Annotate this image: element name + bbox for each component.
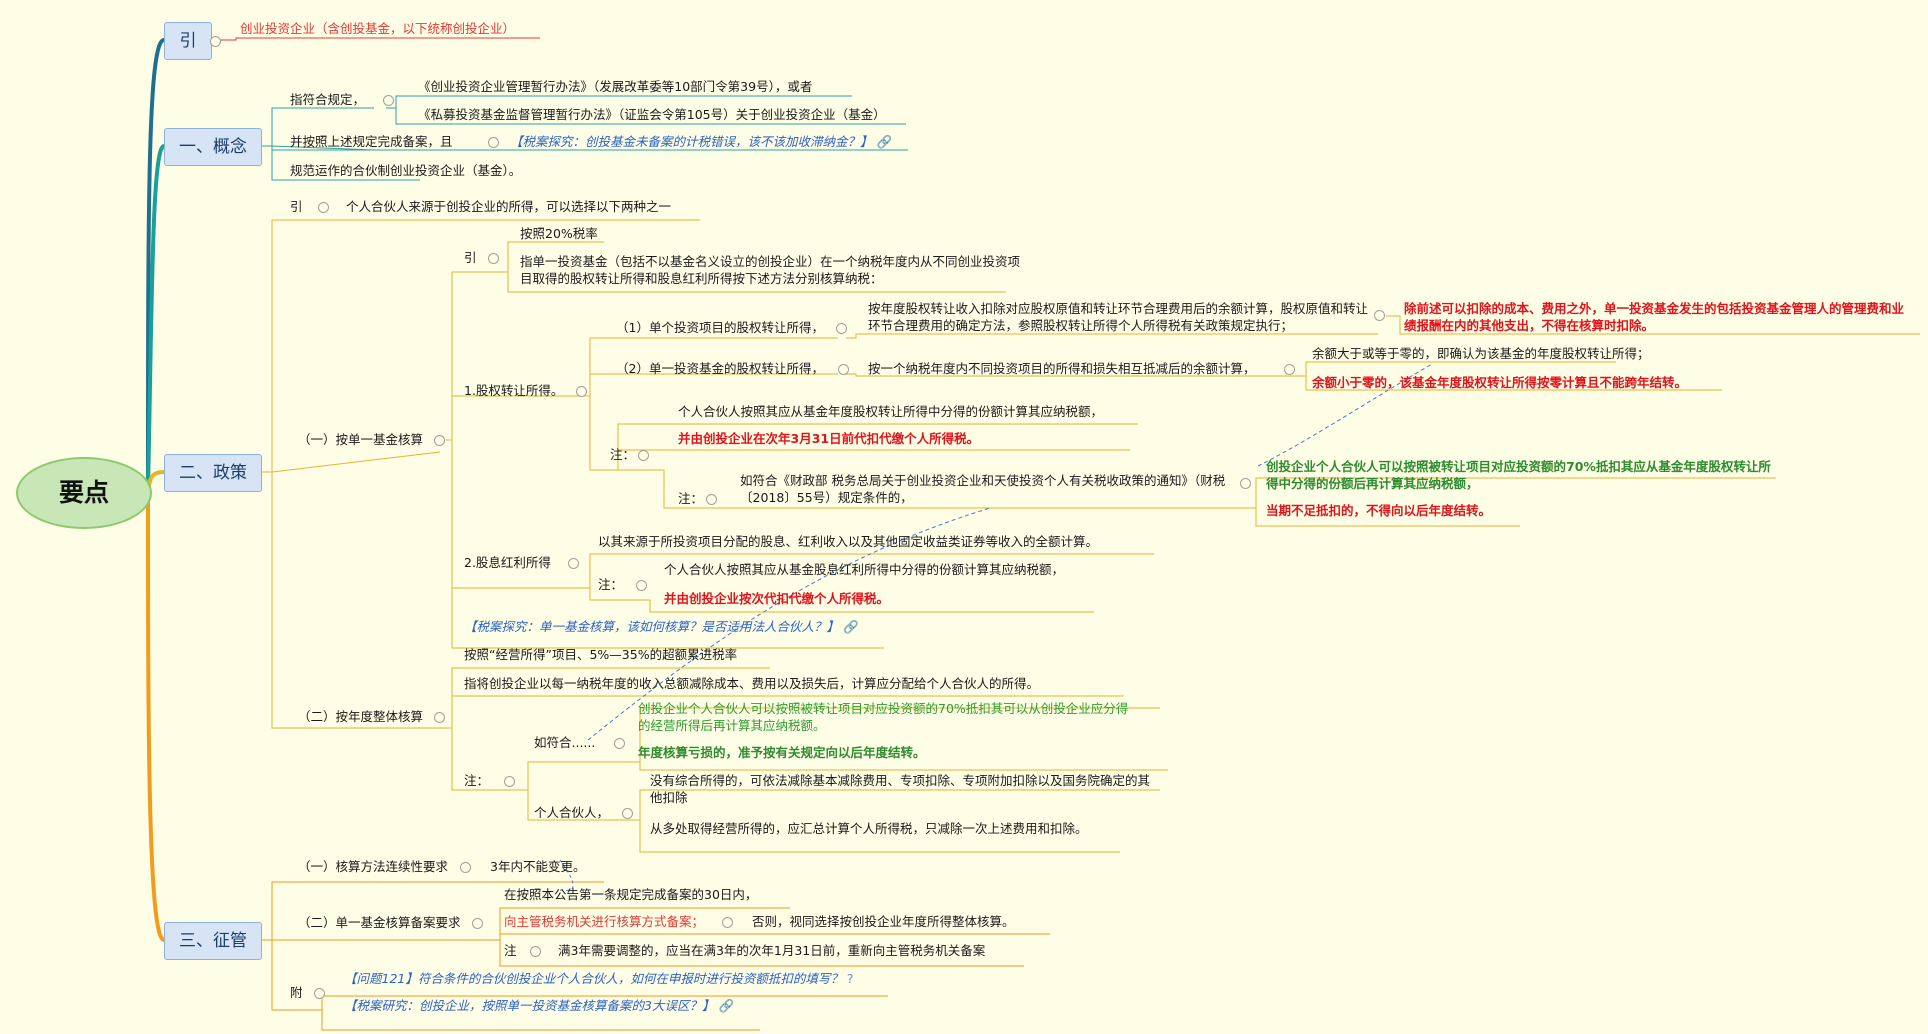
dividend-text[interactable]: 以其来源于所投资项目分配的股息、红利收入以及其他固定收益类证券等收入的全额计算。 bbox=[598, 533, 1098, 550]
node-intro[interactable]: 引 bbox=[164, 22, 212, 60]
dividend-note1[interactable]: 个人合伙人按照其应从基金股息红利所得中分得的份额计算其应纳税额， bbox=[664, 561, 1064, 578]
link-icon[interactable]: 🔗 bbox=[714, 998, 734, 1013]
collapse-icon[interactable] bbox=[706, 494, 717, 505]
dividend-label[interactable]: 2.股息红利所得 bbox=[464, 554, 551, 571]
equity-p2[interactable]: （2）单一投资基金的股权转让所得， bbox=[616, 360, 824, 377]
annual-t2[interactable]: 指将创投企业以每一纳税年度的收入总额减除成本、费用以及损失后，计算应分配给个人合… bbox=[464, 675, 1039, 692]
collapse-icon[interactable] bbox=[638, 450, 649, 461]
link-icon[interactable]: 🔗 bbox=[839, 619, 859, 634]
dividend-note2[interactable]: 并由创投企业按次代扣代缴个人所得税。 bbox=[664, 590, 889, 607]
collapse-icon[interactable] bbox=[460, 862, 471, 873]
collapse-icon[interactable] bbox=[722, 917, 733, 928]
collapse-icon[interactable] bbox=[472, 918, 483, 929]
connector-lines bbox=[146, 37, 1920, 1031]
annual-note-label[interactable]: 注： bbox=[464, 772, 489, 789]
annual-person-a[interactable]: 没有综合所得的，可依法减除基本减除费用、专项扣除、专项附加扣除以及国务院确定的其… bbox=[650, 772, 1150, 806]
annual-t1[interactable]: 按照“经营所得”项目、5%—35%的超额累进税率 bbox=[464, 646, 737, 663]
collapse-icon[interactable] bbox=[488, 137, 499, 148]
collapse-icon[interactable] bbox=[568, 558, 579, 569]
concept-c[interactable]: 规范运作的合伙制创业投资企业（基金）。 bbox=[290, 162, 521, 179]
collapse-icon[interactable] bbox=[1240, 478, 1251, 489]
collapse-icon[interactable] bbox=[434, 712, 445, 723]
annual-person[interactable]: 个人合伙人， bbox=[534, 804, 609, 821]
intro-text: 创业投资企业（含创投基金，以下统称创投企业） bbox=[240, 21, 516, 36]
collapse-icon[interactable] bbox=[576, 386, 587, 397]
collapse-icon[interactable] bbox=[434, 435, 445, 446]
collapse-icon[interactable] bbox=[318, 202, 329, 213]
single-yin[interactable]: 引 bbox=[464, 249, 477, 266]
collapse-icon[interactable] bbox=[1284, 364, 1295, 375]
collapse-icon[interactable] bbox=[488, 253, 499, 264]
admin-r2-c[interactable]: 满3年需要调整的，应当在满3年的次年1月31日前，重新向主管税务机关备案 bbox=[558, 942, 985, 959]
help-icon[interactable]: ? bbox=[843, 971, 854, 986]
collapse-icon[interactable] bbox=[1374, 310, 1385, 321]
admin-r1[interactable]: （一）核算方法连续性要求 bbox=[298, 858, 448, 875]
collapse-icon[interactable] bbox=[636, 580, 647, 591]
single-link[interactable]: 【税案探究：单一基金核算，该如何核算？是否适用法人合伙人？】 🔗 bbox=[464, 618, 859, 635]
collapse-icon[interactable] bbox=[314, 988, 325, 999]
collapse-icon[interactable] bbox=[838, 364, 849, 375]
collapse-icon[interactable] bbox=[836, 323, 847, 334]
equity-note2[interactable]: 并由创投企业在次年3月31日前代扣代缴个人所得税。 bbox=[678, 430, 979, 447]
single-yin1[interactable]: 按照20%税率 bbox=[520, 225, 598, 242]
equity-p1-note[interactable]: 除前述可以扣除的成本、费用之外，单一投资基金发生的包括投资基金管理人的管理费和业… bbox=[1404, 300, 1904, 334]
concept-a1[interactable]: 《创业投资企业管理暂行办法》（发展改革委等10部门令第39号），或者 bbox=[418, 78, 812, 95]
concept-a2[interactable]: 《私募投资基金监督管理暂行办法》（证监会令第105号）关于创业投资企业（基金） bbox=[418, 106, 886, 123]
equity-p2-b[interactable]: 余额小于零的，该基金年度股权转让所得按零计算且不能跨年结转。 bbox=[1312, 374, 1687, 391]
equity-note3-label[interactable]: 注： bbox=[678, 490, 703, 507]
root-node[interactable]: 要点 bbox=[16, 457, 152, 529]
single-yin2[interactable]: 指单一投资基金（包括不以基金名义设立的创投企业）在一个纳税年度内从不同创业投资项… bbox=[520, 253, 1020, 287]
concept-a[interactable]: 指符合规定， bbox=[290, 91, 365, 108]
annual-ifmatch-b[interactable]: 年度核算亏损的，准予按有关规定向以后年度结转。 bbox=[638, 744, 926, 761]
admin-fu2[interactable]: 【税案研究：创投企业，按照单一投资基金核算备案的3大误区？】 🔗 bbox=[344, 997, 734, 1014]
equity-p1[interactable]: （1）单个投资项目的股权转让所得， bbox=[616, 319, 824, 336]
admin-r2-c-label[interactable]: 注 bbox=[504, 942, 517, 959]
node-admin[interactable]: 三、征管 bbox=[164, 922, 262, 960]
node-concept[interactable]: 一、概念 bbox=[164, 128, 262, 166]
concept-link[interactable]: 【税案探究：创投基金未备案的计税错误，该不该加收滞纳金？】 🔗 bbox=[510, 133, 892, 150]
collapse-icon[interactable] bbox=[622, 808, 633, 819]
collapse-icon[interactable] bbox=[530, 946, 541, 957]
collapse-icon[interactable] bbox=[504, 776, 515, 787]
collapse-icon[interactable] bbox=[210, 36, 221, 47]
equity-note1[interactable]: 个人合伙人按照其应从基金年度股权转让所得中分得的份额计算其应纳税额， bbox=[678, 403, 1103, 420]
admin-fu[interactable]: 附 bbox=[290, 984, 303, 1001]
admin-fu1[interactable]: 【问题121】符合条件的合伙创投企业个人合伙人，如何在申报时进行投资额抵扣的填写… bbox=[344, 970, 853, 987]
annual-label[interactable]: （二）按年度整体核算 bbox=[298, 708, 423, 725]
dividend-note-label[interactable]: 注： bbox=[598, 576, 623, 593]
collapse-icon[interactable] bbox=[383, 95, 394, 106]
annual-person-b[interactable]: 从多处取得经营所得的，应汇总计算个人所得税，只减除一次上述费用和扣除。 bbox=[650, 820, 1088, 837]
admin-r2-b[interactable]: 向主管税务机关进行核算方式备案； bbox=[504, 913, 704, 930]
equity-note3[interactable]: 如符合《财政部 税务总局关于创业投资企业和天使投资个人有关税收政策的通知》（财税… bbox=[740, 472, 1240, 506]
policy-intro-label[interactable]: 引 bbox=[290, 198, 303, 215]
link-icon[interactable]: 🔗 bbox=[873, 134, 892, 149]
equity-note3-b[interactable]: 当期不足抵扣的，不得向以后年度结转。 bbox=[1266, 502, 1491, 519]
admin-r2-a[interactable]: 在按照本公告第一条规定完成备案的30日内， bbox=[504, 886, 757, 903]
equity-note3-a[interactable]: 创投企业个人合伙人可以按照被转让项目对应投资额的70%抵扣其应从基金年度股权转让… bbox=[1266, 458, 1776, 492]
admin-r1-text[interactable]: 3年内不能变更。 bbox=[490, 858, 585, 875]
concept-b[interactable]: 并按照上述规定完成备案，且 bbox=[290, 133, 453, 150]
equity-p2-text[interactable]: 按一个纳税年度内不同投资项目的所得和损失相互抵减后的余额计算， bbox=[868, 360, 1256, 377]
annual-ifmatch-a[interactable]: 创投企业个人合伙人可以按照被转让项目对应投资额的70%抵扣其可以从创投企业应分得… bbox=[638, 700, 1138, 734]
single-fund[interactable]: （一）按单一基金核算 bbox=[298, 431, 423, 448]
equity-label[interactable]: 1.股权转让所得。 bbox=[464, 382, 563, 399]
admin-r2[interactable]: （二）单一基金核算备案要求 bbox=[298, 914, 461, 931]
equity-note-label[interactable]: 注： bbox=[610, 446, 635, 463]
annual-ifmatch[interactable]: 如符合...... bbox=[534, 734, 595, 751]
admin-r2-b2[interactable]: 否则，视同选择按创投企业年度所得整体核算。 bbox=[752, 913, 1015, 930]
collapse-icon[interactable] bbox=[614, 738, 625, 749]
equity-p2-a[interactable]: 余额大于或等于零的，即确认为该基金的年度股权转让所得； bbox=[1312, 345, 1650, 362]
equity-p1-text[interactable]: 按年度股权转让收入扣除对应股权原值和转让环节合理费用后的余额计算，股权原值和转让… bbox=[868, 300, 1368, 334]
node-policy[interactable]: 二、政策 bbox=[164, 454, 262, 492]
policy-intro-text[interactable]: 个人合伙人来源于创投企业的所得，可以选择以下两种之一 bbox=[346, 198, 671, 215]
